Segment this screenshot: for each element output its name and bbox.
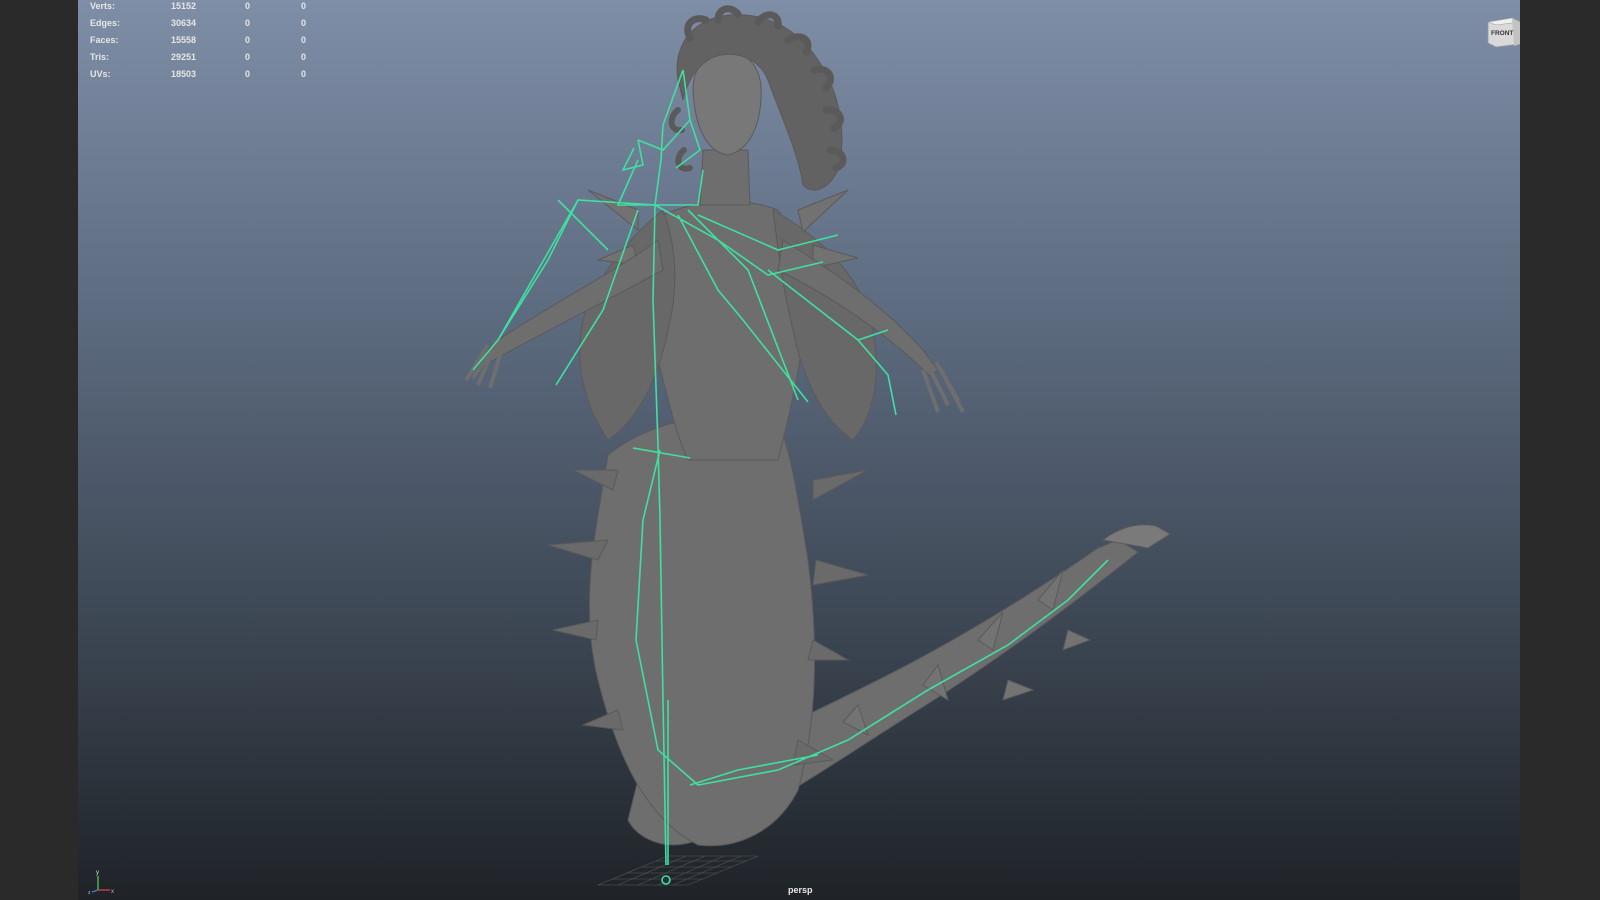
stat-total: 30634: [170, 18, 196, 28]
stat-label: Edges:: [90, 18, 121, 28]
stat-total: 15152: [170, 1, 196, 11]
stat-selected: 0: [244, 1, 250, 11]
stat-row-faces: Faces: 15558 0 0: [90, 34, 310, 51]
stat-total: 29251: [170, 52, 196, 62]
stat-selected: 0: [244, 52, 250, 62]
stat-total: 18503: [170, 69, 196, 79]
scene-render[interactable]: [78, 0, 1520, 900]
ground-grid: [597, 855, 759, 886]
stat-total: 15558: [170, 35, 196, 45]
viewport-3d[interactable]: Verts: 15152 0 0 Edges: 30634 0 0 Faces:…: [78, 0, 1520, 900]
stat-selected-2: 0: [300, 52, 306, 62]
axis-x-label: x: [111, 889, 114, 894]
stat-label: UVs:: [90, 69, 111, 79]
stat-selected-2: 0: [300, 1, 306, 11]
axis-z-label: z: [88, 890, 91, 894]
stat-selected: 0: [244, 18, 250, 28]
view-cube-face-label: FRONT: [1491, 30, 1513, 37]
stat-selected: 0: [244, 69, 250, 79]
poly-count-hud: Verts: 15152 0 0 Edges: 30634 0 0 Faces:…: [90, 0, 310, 85]
axis-gizmo-icon: y x z: [88, 870, 114, 894]
stat-row-verts: Verts: 15152 0 0: [90, 0, 310, 17]
stat-selected-2: 0: [300, 18, 306, 28]
stat-row-uvs: UVs: 18503 0 0: [90, 68, 310, 85]
stat-label: Faces:: [90, 35, 119, 45]
stat-label: Verts:: [90, 1, 116, 11]
viewport-frame: Verts: 15152 0 0 Edges: 30634 0 0 Faces:…: [0, 0, 1600, 900]
stat-selected: 0: [244, 35, 250, 45]
view-cube-icon[interactable]: FRONT: [1486, 16, 1520, 48]
stat-selected-2: 0: [300, 35, 306, 45]
stat-selected-2: 0: [300, 69, 306, 79]
camera-name-label: persp: [788, 885, 813, 895]
stat-row-edges: Edges: 30634 0 0: [90, 17, 310, 34]
stat-label: Tris:: [90, 52, 110, 62]
axis-y-label: y: [96, 870, 99, 876]
character-mesh[interactable]: [464, 5, 1171, 847]
stat-row-tris: Tris: 29251 0 0: [90, 51, 310, 68]
